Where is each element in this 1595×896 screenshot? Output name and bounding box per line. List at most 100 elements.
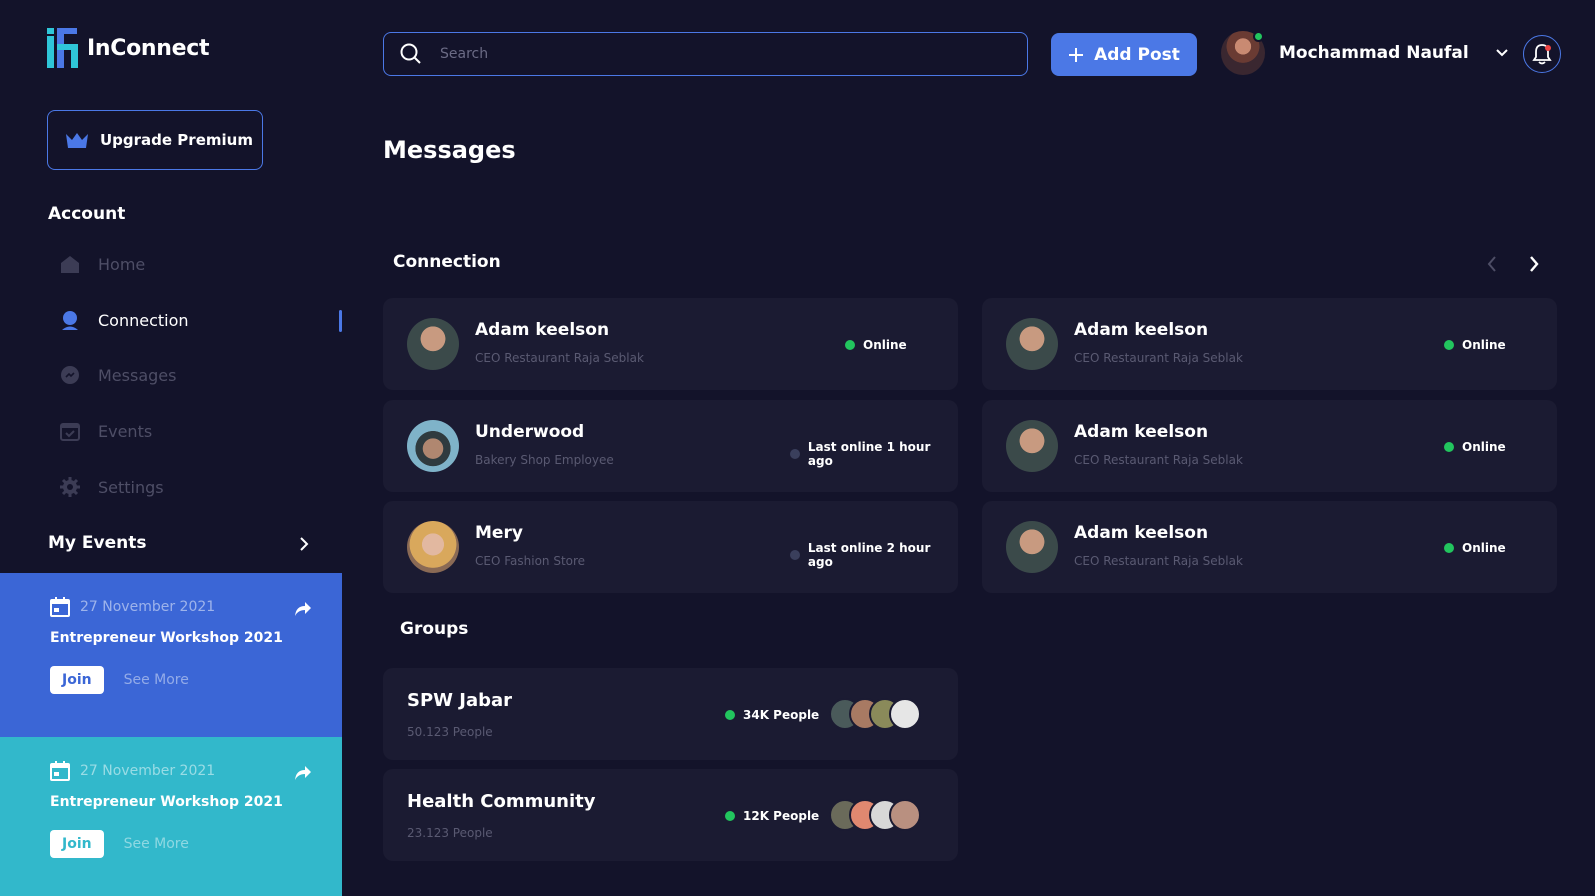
status-dot <box>790 550 800 560</box>
groups-title: Groups <box>400 619 469 639</box>
group-avatars <box>829 799 921 831</box>
search-bar[interactable] <box>383 32 1028 76</box>
sidebar: InConnect Upgrade Premium Account Home C… <box>0 0 342 896</box>
gear-icon <box>60 477 80 497</box>
notification-button[interactable] <box>1523 35 1561 73</box>
search-icon <box>400 43 421 64</box>
event-card[interactable]: 27 November 2021 Entrepreneur Workshop 2… <box>0 573 342 737</box>
chevron-right-icon[interactable] <box>298 536 310 552</box>
avatar <box>1006 318 1058 370</box>
sidebar-item-label: Home <box>98 254 146 274</box>
status-text: Online <box>863 338 907 352</box>
status-badge: Online <box>1444 338 1506 352</box>
connection-name: Adam keelson <box>1074 523 1209 543</box>
avatar <box>889 698 921 730</box>
chevron-right-icon[interactable] <box>1526 253 1542 275</box>
see-more-link[interactable]: See More <box>124 672 189 688</box>
connection-card[interactable]: Underwood Bakery Shop Employee Last onli… <box>383 400 958 492</box>
sidebar-item-label: Events <box>98 421 153 441</box>
status-text: Last online 2 hour ago <box>807 541 931 569</box>
see-more-link[interactable]: See More <box>124 836 189 852</box>
chat-icon <box>60 365 80 385</box>
app-name: InConnect <box>87 35 210 61</box>
user-name: Mochammad Naufal <box>1279 43 1469 63</box>
user-menu[interactable]: Mochammad Naufal <box>1221 31 1509 75</box>
upgrade-label: Upgrade Premium <box>100 131 253 149</box>
group-active-badge: 34K People <box>725 708 819 722</box>
connection-name: Adam keelson <box>1074 320 1209 340</box>
account-title: Account <box>48 204 126 224</box>
status-badge: Last online 2 hour ago <box>790 541 958 569</box>
status-badge: Online <box>1444 440 1506 454</box>
event-actions: Join See More <box>50 830 312 858</box>
status-text: Online <box>1462 440 1506 454</box>
upgrade-premium-button[interactable]: Upgrade Premium <box>47 110 263 170</box>
status-dot <box>1444 543 1454 553</box>
share-icon[interactable] <box>294 601 312 617</box>
calendar-icon <box>60 421 80 441</box>
user-icon <box>60 310 80 330</box>
avatar <box>1006 521 1058 573</box>
status-badge: Online <box>845 338 907 352</box>
group-name: SPW Jabar <box>407 690 513 711</box>
connection-role: Bakery Shop Employee <box>475 453 614 467</box>
status-dot <box>845 340 855 350</box>
sidebar-item-messages[interactable]: Messages <box>60 355 342 395</box>
avatar <box>889 799 921 831</box>
add-post-label: Add Post <box>1094 44 1180 65</box>
connection-card[interactable]: Mery CEO Fashion Store Last online 2 hou… <box>383 501 958 593</box>
event-card[interactable]: 27 November 2021 Entrepreneur Workshop 2… <box>0 737 342 896</box>
connection-card[interactable]: Adam keelson CEO Restaurant Raja Seblak … <box>982 298 1557 390</box>
avatar <box>407 521 459 573</box>
chevron-down-icon <box>1496 49 1508 57</box>
connection-card[interactable]: Adam keelson CEO Restaurant Raja Seblak … <box>982 501 1557 593</box>
status-badge: Last online 1 hour ago <box>790 440 958 468</box>
event-title: Entrepreneur Workshop 2021 <box>50 630 283 646</box>
group-active-count: 34K People <box>743 708 820 722</box>
avatar <box>1221 31 1265 75</box>
event-date-row: 27 November 2021 <box>50 761 312 781</box>
avatar <box>407 420 459 472</box>
connection-name: Mery <box>475 523 523 543</box>
notification-badge <box>1545 45 1551 51</box>
event-date-row: 27 November 2021 <box>50 597 312 617</box>
crown-icon <box>66 133 88 148</box>
add-post-button[interactable]: Add Post <box>1051 33 1197 76</box>
join-button[interactable]: Join <box>50 830 104 858</box>
connection-card[interactable]: Adam keelson CEO Restaurant Raja Seblak … <box>982 400 1557 492</box>
status-dot <box>725 710 735 720</box>
sidebar-item-home[interactable]: Home <box>60 244 342 284</box>
app-logo[interactable]: InConnect <box>47 28 210 68</box>
event-actions: Join See More <box>50 666 312 694</box>
connection-card[interactable]: Adam keelson CEO Restaurant Raja Seblak … <box>383 298 958 390</box>
sidebar-item-events[interactable]: Events <box>60 411 342 451</box>
sidebar-item-settings[interactable]: Settings <box>60 467 342 507</box>
plus-icon <box>1069 47 1084 62</box>
connection-title: Connection <box>393 252 501 272</box>
my-events-title: My Events <box>48 533 147 553</box>
share-icon[interactable] <box>294 765 312 781</box>
connection-name: Adam keelson <box>475 320 610 340</box>
group-card[interactable]: SPW Jabar 50.123 People 34K People <box>383 668 958 760</box>
group-avatars <box>829 698 921 730</box>
status-text: Last online 1 hour ago <box>807 440 931 468</box>
status-dot <box>1444 442 1454 452</box>
calendar-icon <box>50 597 70 617</box>
calendar-icon <box>50 761 70 781</box>
active-indicator <box>339 310 342 332</box>
join-button[interactable]: Join <box>50 666 104 694</box>
group-active-count: 12K People <box>743 809 820 823</box>
sidebar-item-connection[interactable]: Connection <box>60 300 342 340</box>
group-name: Health Community <box>407 791 596 812</box>
event-date: 27 November 2021 <box>80 763 216 779</box>
connection-role: CEO Restaurant Raja Seblak <box>1074 453 1243 467</box>
avatar <box>407 318 459 370</box>
chevron-left-icon[interactable] <box>1484 253 1500 275</box>
group-member-count: 50.123 People <box>407 725 493 739</box>
sidebar-item-label: Connection <box>98 310 189 330</box>
group-card[interactable]: Health Community 23.123 People 12K Peopl… <box>383 769 958 861</box>
status-text: Online <box>1462 541 1506 555</box>
connection-role: CEO Restaurant Raja Seblak <box>475 351 644 365</box>
search-input[interactable] <box>440 46 1000 62</box>
connection-role: CEO Restaurant Raja Seblak <box>1074 554 1243 568</box>
